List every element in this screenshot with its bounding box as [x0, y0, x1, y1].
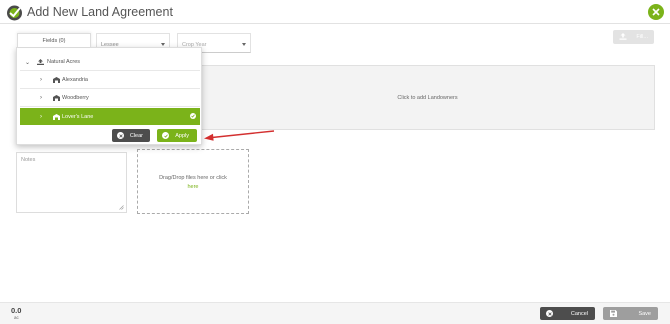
- close-icon: [652, 8, 660, 16]
- file-dropzone[interactable]: Drag/Drop files here or click here: [137, 149, 249, 214]
- tree-item-label: Lover's Lane: [62, 113, 94, 120]
- acres-total: 0.0: [11, 306, 22, 315]
- tree-item-alexandria[interactable]: › Alexandria: [20, 72, 200, 89]
- landowners-dropzone[interactable]: Click to add Landowners: [200, 65, 655, 130]
- save-button[interactable]: Save: [603, 307, 658, 320]
- barn-icon: [53, 113, 60, 120]
- tree-item-label: Woodberry: [62, 95, 89, 101]
- close-circle-icon: [546, 310, 553, 317]
- close-button[interactable]: [648, 4, 664, 20]
- notes-placeholder: Notes: [21, 157, 36, 163]
- cancel-button[interactable]: Cancel: [540, 307, 595, 320]
- tree-item-label: Natural Acres: [47, 59, 81, 65]
- modal-header: Add New Land Agreement: [0, 0, 670, 24]
- check-circle-icon[interactable]: [190, 113, 196, 119]
- fill-button-label: Fill...: [636, 34, 648, 40]
- check-circle-icon: [162, 132, 169, 139]
- tree-item-label: Alexandria: [62, 77, 88, 83]
- fields-tab[interactable]: Fields (0): [17, 33, 91, 47]
- upload-icon: [619, 33, 627, 40]
- chevron-down-icon: [242, 43, 246, 46]
- dropzone-text: Drag/Drop files here or click: [159, 175, 227, 181]
- chevron-right-icon[interactable]: ›: [40, 77, 42, 83]
- notes-textarea[interactable]: Notes: [16, 152, 127, 213]
- farm-logo-icon: [7, 5, 22, 21]
- close-circle-icon: [117, 132, 124, 139]
- chevron-right-icon[interactable]: ›: [40, 114, 42, 120]
- chevron-down-icon[interactable]: ⌄: [25, 59, 30, 66]
- chevron-down-icon: [161, 43, 165, 46]
- landowners-prompt: Click to add Landowners: [397, 94, 458, 101]
- acres-unit: ac: [14, 315, 19, 320]
- apply-button[interactable]: Apply: [157, 129, 197, 142]
- resize-grip-icon[interactable]: [119, 205, 124, 210]
- clear-button-label: Clear: [129, 132, 143, 139]
- chevron-right-icon[interactable]: ›: [40, 95, 42, 101]
- upload-person-icon: [37, 59, 44, 65]
- save-button-label: Save: [638, 310, 651, 317]
- tree-item-woodberry[interactable]: › Woodberry: [20, 90, 200, 107]
- page-title: Add New Land Agreement: [27, 5, 173, 19]
- save-icon: [610, 310, 617, 317]
- annotation-arrow-icon: [204, 130, 275, 141]
- fill-button[interactable]: Fill...: [613, 30, 654, 44]
- clear-button[interactable]: Clear: [112, 129, 150, 142]
- fields-dropdown: ⌄ Natural Acres › Alexandria › Woodberry…: [16, 47, 202, 145]
- barn-icon: [53, 77, 60, 83]
- apply-button-label: Apply: [175, 132, 189, 139]
- tree-item-parent[interactable]: ⌄ Natural Acres: [20, 54, 200, 71]
- dropzone-link[interactable]: here: [138, 183, 248, 192]
- tree-item-lovers-lane[interactable]: › Lover's Lane: [20, 108, 200, 125]
- cancel-button-label: Cancel: [570, 310, 588, 317]
- barn-icon: [53, 95, 60, 101]
